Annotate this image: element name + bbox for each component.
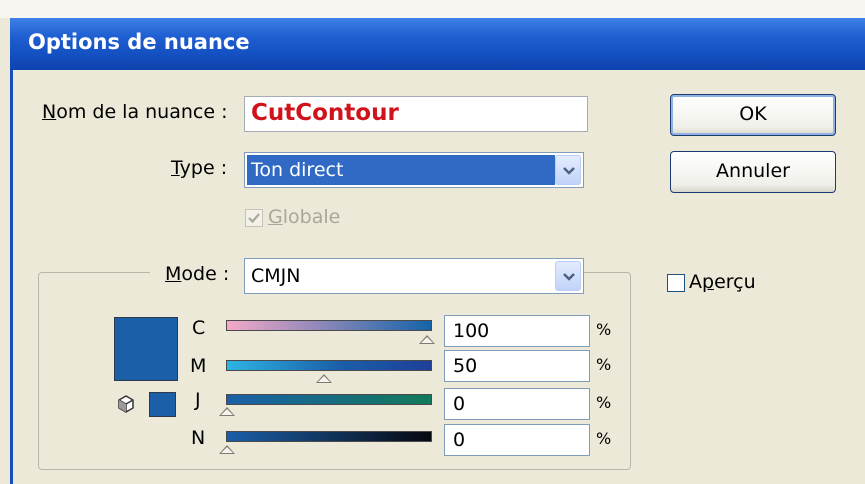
type-dropdown-button[interactable] (555, 155, 581, 185)
mode-dropdown-button[interactable] (555, 261, 581, 291)
dialog-title: Options de nuance (28, 30, 250, 54)
preview-checkbox[interactable] (667, 274, 685, 292)
cyan-slider-track[interactable] (226, 320, 432, 331)
cyan-value-input[interactable]: 100 (444, 315, 590, 347)
globale-checkbox[interactable] (245, 209, 263, 227)
yellow-value-input[interactable]: 0 (444, 388, 590, 420)
slider-thumb-icon[interactable] (316, 374, 332, 383)
yellow-percent-unit: % (596, 393, 612, 412)
channel-letter-j: J (195, 389, 201, 411)
out-of-gamut-cube-icon[interactable] (116, 394, 136, 414)
top-strip (0, 0, 865, 18)
black-percent-unit: % (596, 429, 612, 448)
channel-letter-m: M (190, 355, 207, 377)
dropdown-arrow-icon (563, 167, 575, 175)
magenta-value-input[interactable]: 50 (444, 350, 590, 382)
slider-thumb-icon[interactable] (219, 407, 235, 416)
preview-label[interactable]: Aperçu (689, 271, 756, 293)
swatch-name-label: Nom de la nuance : (42, 101, 228, 123)
slider-thumb-icon[interactable] (419, 335, 435, 344)
cancel-button[interactable]: Annuler (670, 151, 836, 193)
type-select[interactable]: Ton direct (244, 152, 584, 188)
slider-thumb-icon[interactable] (219, 445, 235, 454)
checkmark-icon (248, 213, 260, 224)
magenta-percent-unit: % (596, 355, 612, 374)
globale-label: Globale (268, 206, 341, 228)
mode-selected-value: CMJN (251, 265, 301, 287)
mode-label: Mode : (165, 263, 230, 285)
dropdown-arrow-icon (563, 273, 575, 281)
title-bar[interactable]: Options de nuance (10, 18, 865, 70)
yellow-slider-track[interactable] (226, 394, 432, 405)
ok-button[interactable]: OK (670, 94, 836, 136)
mode-select[interactable]: CMJN (244, 258, 584, 294)
cyan-percent-unit: % (596, 320, 612, 339)
type-selected-value: Ton direct (247, 155, 555, 185)
magenta-slider-track[interactable] (226, 360, 432, 371)
swatch-options-dialog: Options de nuance Nom de la nuance : Cut… (0, 0, 865, 484)
black-value-input[interactable]: 0 (444, 424, 590, 456)
swatch-name-input[interactable]: CutContour (244, 96, 588, 132)
channel-letter-n: N (191, 427, 206, 449)
window-left-border (10, 70, 13, 484)
color-preview-swatch (114, 317, 178, 381)
type-label: Type : (171, 157, 228, 179)
channel-letter-c: C (192, 317, 206, 339)
black-slider-track[interactable] (226, 431, 432, 442)
gamut-color-swatch[interactable] (149, 392, 176, 417)
swatch-name-value: CutContour (251, 100, 399, 126)
